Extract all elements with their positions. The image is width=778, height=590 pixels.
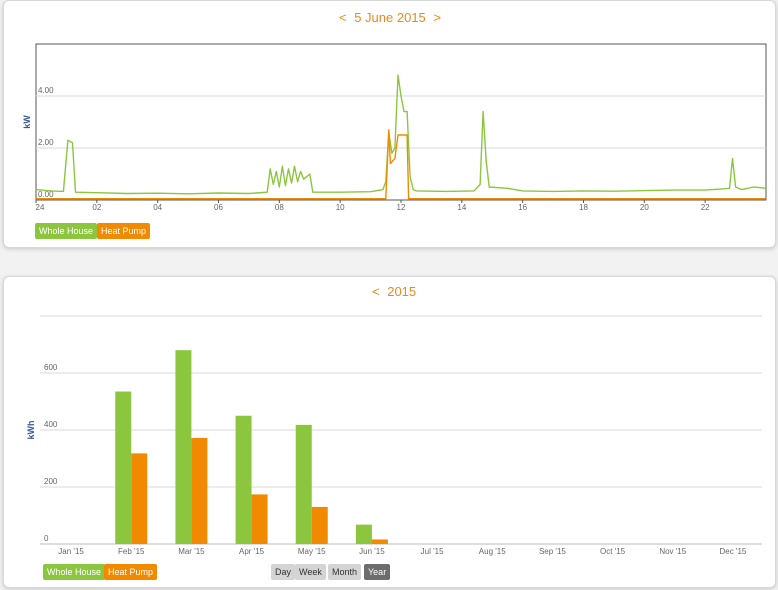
y-tick-label: 2.00 [38,138,54,147]
bar-heat-pump [311,506,328,544]
x-tick-label: 02 [92,203,101,212]
y-axis-label: kWh [26,421,36,440]
y-tick-label: 400 [44,420,58,429]
bar-whole-house [115,391,132,544]
bar-whole-house [175,350,192,544]
x-tick-label: 12 [397,203,406,212]
x-tick-label: 04 [153,203,162,212]
y-tick-label: 4.00 [38,86,54,95]
bar-heat-pump [251,494,268,544]
y-tick-label: 600 [44,363,58,372]
x-tick-label: Feb '15 [118,547,145,556]
bar-heat-pump [191,437,208,544]
legend-heat-pump-year[interactable]: Heat Pump [104,564,158,580]
month-period-button[interactable]: Month [328,564,362,580]
legend-whole-house-year[interactable]: Whole House [43,564,106,580]
y-tick-label: 200 [44,477,58,486]
x-tick-label: Dec '15 [719,547,746,556]
x-tick-label: Apr '15 [239,547,265,556]
x-tick-label: 20 [640,203,649,212]
x-tick-label: May '15 [298,547,326,556]
x-tick-label: Nov '15 [659,547,686,556]
day-period-button[interactable]: Day [271,564,296,580]
x-tick-label: Sep '15 [539,547,566,556]
bar-whole-house [355,524,372,544]
legend-heat-pump-day[interactable]: Heat Pump [97,223,151,239]
x-tick-label: 22 [701,203,710,212]
week-period-button[interactable]: Week [295,564,326,580]
x-tick-label: Jun '15 [359,547,385,556]
bar-whole-house [235,415,252,544]
x-tick-label: 18 [579,203,588,212]
bar-heat-pump [371,539,388,544]
plot-frame [35,43,767,201]
bar-whole-house [295,424,312,544]
x-tick-label: 16 [518,203,527,212]
x-tick-label: Mar '15 [178,547,205,556]
y-tick-label: 0 [44,534,49,543]
x-tick-label: Aug '15 [479,547,506,556]
x-tick-label: 06 [214,203,223,212]
x-tick-label: 24 [36,203,45,212]
legend-whole-house-day[interactable]: Whole House [35,223,98,239]
x-tick-label: Jul '15 [421,547,444,556]
bar-heat-pump [131,453,148,544]
x-tick-label: 14 [457,203,466,212]
x-tick-label: Jan '15 [58,547,84,556]
y-axis-label: kW [22,115,32,129]
year-period-button[interactable]: Year [364,564,391,580]
x-tick-label: 10 [336,203,345,212]
energy-bar-chart: 0 200 400 600 kWh Jan '15 Feb '15 Mar '15 Apr '1… [26,315,762,556]
power-line-chart: 0.002.004.0024 02 04 06 08 10 12 14 16 18 20 22kW [22,43,767,212]
x-tick-label: 08 [275,203,284,212]
x-tick-label: Oct '15 [600,547,626,556]
